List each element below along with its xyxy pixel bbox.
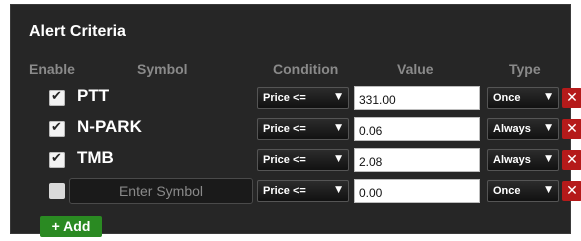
- condition-select[interactable]: Price <= ▼: [257, 87, 349, 109]
- type-value: Always: [493, 123, 531, 135]
- enable-checkbox[interactable]: [49, 183, 65, 199]
- enable-checkbox[interactable]: [49, 120, 65, 137]
- header-symbol: Symbol: [137, 61, 188, 77]
- alert-row: TMB Price <= ▼ Always ▼ ✕: [11, 147, 581, 173]
- type-select[interactable]: Once ▼: [487, 180, 559, 202]
- type-value: Once: [493, 92, 521, 104]
- value-input[interactable]: [354, 117, 480, 141]
- dropdown-arrow-icon: ▼: [545, 154, 552, 164]
- header-type: Type: [509, 61, 541, 77]
- delete-row-button[interactable]: ✕: [562, 181, 581, 201]
- dropdown-arrow-icon: ▼: [545, 185, 552, 195]
- header-enable: Enable: [29, 61, 75, 77]
- type-select[interactable]: Always ▼: [487, 118, 559, 140]
- condition-value: Price <=: [263, 154, 306, 166]
- type-value: Always: [493, 154, 531, 166]
- delete-row-button[interactable]: ✕: [562, 150, 581, 170]
- condition-value: Price <=: [263, 185, 306, 197]
- dropdown-arrow-icon: ▼: [335, 92, 342, 102]
- condition-value: Price <=: [263, 123, 306, 135]
- add-button[interactable]: + Add: [40, 216, 102, 237]
- type-value: Once: [493, 185, 521, 197]
- alert-criteria-panel: Alert Criteria Enable Symbol Condition V…: [10, 4, 581, 237]
- condition-select[interactable]: Price <= ▼: [257, 149, 349, 171]
- symbol-label: PTT: [77, 86, 110, 105]
- dropdown-arrow-icon: ▼: [545, 123, 552, 133]
- alert-row: N-PARK Price <= ▼ Always ▼ ✕: [11, 116, 581, 142]
- condition-value: Price <=: [263, 92, 306, 104]
- symbol-label: TMB: [77, 148, 114, 167]
- dropdown-arrow-icon: ▼: [335, 185, 342, 195]
- enable-checkbox[interactable]: [49, 151, 65, 168]
- alert-row: PTT Price <= ▼ Once ▼ ✕: [11, 85, 581, 111]
- header-value: Value: [397, 61, 434, 77]
- value-input[interactable]: [354, 86, 480, 110]
- dropdown-arrow-icon: ▼: [545, 92, 552, 102]
- type-select[interactable]: Once ▼: [487, 87, 559, 109]
- alert-row-new: Price <= ▼ Once ▼ ✕: [11, 178, 581, 204]
- value-input[interactable]: [354, 179, 480, 203]
- condition-select[interactable]: Price <= ▼: [257, 118, 349, 140]
- delete-row-button[interactable]: ✕: [562, 119, 581, 139]
- value-input[interactable]: [354, 148, 480, 172]
- delete-row-button[interactable]: ✕: [562, 88, 581, 108]
- dropdown-arrow-icon: ▼: [335, 154, 342, 164]
- symbol-label: N-PARK: [77, 117, 142, 136]
- header-condition: Condition: [273, 61, 339, 77]
- panel-title: Alert Criteria: [29, 23, 126, 40]
- type-select[interactable]: Always ▼: [487, 149, 559, 171]
- symbol-input[interactable]: [69, 178, 253, 204]
- condition-select[interactable]: Price <= ▼: [257, 180, 349, 202]
- dropdown-arrow-icon: ▼: [335, 123, 342, 133]
- enable-checkbox[interactable]: [49, 89, 65, 106]
